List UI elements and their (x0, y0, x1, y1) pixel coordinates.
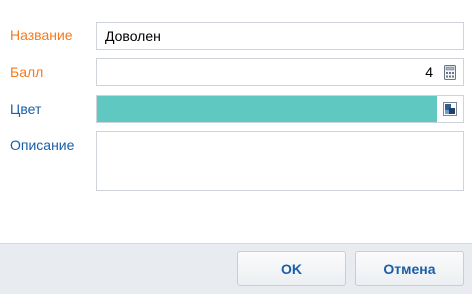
description-field-wrapper (96, 131, 464, 191)
color-swatch[interactable] (97, 96, 437, 122)
score-input[interactable] (97, 59, 463, 85)
name-input[interactable] (97, 23, 463, 49)
score-label: Балл (10, 64, 44, 80)
record-edit-dialog: Название Балл Цвет (0, 0, 472, 294)
color-label: Цвет (10, 101, 42, 117)
name-field-wrapper (96, 22, 464, 50)
score-field-wrapper (96, 58, 464, 86)
description-input[interactable] (97, 132, 463, 190)
description-label: Описание (10, 137, 75, 153)
color-field-wrapper (96, 95, 464, 123)
color-picker-icon[interactable] (437, 96, 463, 122)
cancel-button[interactable]: Отмена (355, 251, 464, 286)
dialog-footer: OK Отмена (0, 243, 472, 294)
calculator-icon[interactable] (437, 59, 463, 85)
ok-button[interactable]: OK (237, 251, 346, 286)
name-label: Название (10, 27, 73, 43)
